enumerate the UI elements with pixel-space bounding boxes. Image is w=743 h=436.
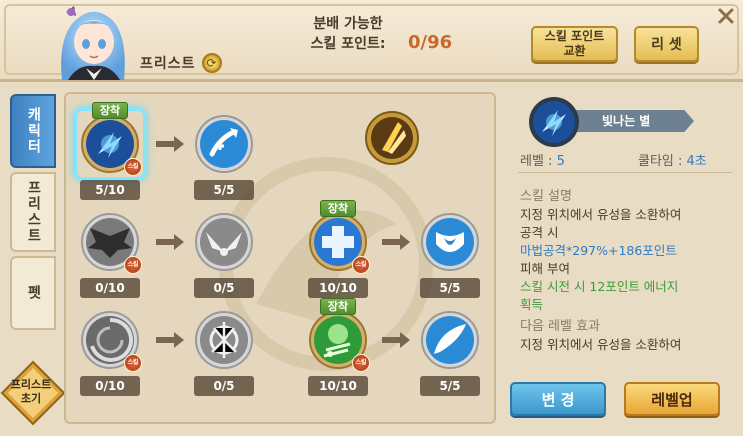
description-line: 스킬 시전 시 12포인트 에너지 <box>520 279 679 294</box>
exchange-button-line1: 스킬 포인트 <box>544 29 605 43</box>
arrow-right-icon <box>156 234 184 250</box>
character-portrait <box>61 6 125 80</box>
equipped-tag: 장착 <box>92 102 128 119</box>
skill-slot-feather[interactable]: 5/5 <box>420 310 480 398</box>
skill-name: 빛나는 별 <box>574 110 694 132</box>
skill-slot-starfall[interactable]: 장착 스킬 5/10 <box>74 102 146 202</box>
cooldown-value: 4초 <box>686 154 707 169</box>
skill-slot-green-song[interactable]: 장착 스킬 10/10 <box>308 298 370 398</box>
character-name-box[interactable]: 프리스트 ⟳ <box>140 50 268 76</box>
golden-light-icon <box>365 111 419 165</box>
tab-character-label: 캐릭터 <box>25 107 42 155</box>
skill-level: 5/5 <box>194 180 254 200</box>
next-level-title: 다음 레벨 효과 <box>520 319 601 334</box>
starfall-detail-icon <box>529 97 579 147</box>
skill-type-badge: 스킬 <box>352 256 370 274</box>
description-line: 지정 위치에서 유성을 소환하여 <box>520 207 682 222</box>
reinit-line1: 프리스트 <box>10 378 52 391</box>
divider <box>518 172 732 173</box>
wings-icon <box>195 213 253 271</box>
change-button[interactable]: 변 경 <box>510 382 606 416</box>
heal-arrow-icon <box>195 115 253 173</box>
level-value: 5 <box>556 154 565 169</box>
exchange-button-line2: 교환 <box>563 44 586 58</box>
skill-slot-holy-cross[interactable]: 장착 스킬 10/10 <box>308 200 370 300</box>
radiance-icon <box>195 311 253 369</box>
skill-level: 10/10 <box>308 376 368 396</box>
arrow-right-icon <box>382 332 410 348</box>
skill-slot-golden-light[interactable] <box>362 108 422 196</box>
description-title: 스킬 설명 <box>520 189 572 204</box>
skill-type-badge: 스킬 <box>124 158 142 176</box>
next-level-line: 지정 위치에서 유성을 소환하여 <box>520 337 682 352</box>
feather-icon <box>421 311 479 369</box>
header-bar: 프리스트 ⟳ 분배 가능한 스킬 포인트: 0/96 스킬 포인트 교환 리 셋 <box>0 0 743 82</box>
points-value: 0/96 <box>408 32 453 53</box>
description-line: 피해 부여 <box>520 261 570 276</box>
skill-level: 0/10 <box>80 376 140 396</box>
skill-level: 5/10 <box>80 180 140 200</box>
skill-type-badge: 스킬 <box>124 354 142 372</box>
reinit-line2: 초기 <box>20 392 42 405</box>
tab-priest[interactable]: 프리스트 <box>10 172 56 252</box>
skill-detail-panel: 빛나는 별 레벨 : 5 쿨타임 : 4초 스킬 설명 지정 위치에서 유성을 … <box>504 92 736 424</box>
skill-type-badge: 스킬 <box>352 354 370 372</box>
skill-level: 0/5 <box>194 278 254 298</box>
close-icon[interactable] <box>712 2 740 30</box>
points-label-line2: 스킬 포인트: <box>310 36 386 52</box>
exchange-points-button[interactable]: 스킬 포인트 교환 <box>531 26 618 62</box>
cooldown-stat: 쿨타임 : 4초 <box>638 150 707 169</box>
reset-button[interactable]: 리 셋 <box>634 26 699 62</box>
skill-slot-vortex[interactable]: 스킬 0/10 <box>80 310 142 398</box>
equipped-tag: 장착 <box>320 298 356 315</box>
skill-level: 5/5 <box>420 278 480 298</box>
reinit-badge-text[interactable]: 프리스트 초기 <box>0 378 62 406</box>
tab-pet[interactable]: 펫 <box>10 256 56 330</box>
skill-level: 0/5 <box>194 376 254 396</box>
heart-shield-icon <box>421 213 479 271</box>
level-label: 레벨 : <box>520 154 557 169</box>
points-label: 분배 가능한 스킬 포인트: <box>294 14 402 54</box>
level-up-button[interactable]: 레벨업 <box>624 382 720 416</box>
description-line: 공격 시 <box>520 225 559 240</box>
tab-character[interactable]: 캐릭터 <box>10 94 56 168</box>
points-label-line1: 분배 가능한 <box>313 16 383 32</box>
skill-type-badge: 스킬 <box>124 256 142 274</box>
skill-level: 0/10 <box>80 278 140 298</box>
arrow-right-icon <box>156 332 184 348</box>
description-line: 마법공격*297%+186포인트 <box>520 243 677 258</box>
swap-class-icon[interactable]: ⟳ <box>201 53 222 73</box>
skill-slot-dark-wings[interactable]: 스킬 0/10 <box>80 212 142 300</box>
equipped-tag: 장착 <box>320 200 356 217</box>
tab-pet-label: 펫 <box>25 285 42 301</box>
skill-description: 스킬 설명 지정 위치에서 유성을 소환하여 공격 시 마법공격*297%+18… <box>520 188 734 354</box>
skill-slot-heal-arrow[interactable]: 5/5 <box>194 114 254 202</box>
skill-tree-panel: 장착 스킬 5/10 5/5 스킬 0/10 0/5 장착 스킬 10/10 5… <box>64 92 496 424</box>
tab-priest-label: 프리스트 <box>25 180 42 244</box>
arrow-right-icon <box>156 136 184 152</box>
description-line: 획득 <box>520 297 544 312</box>
character-name: 프리스트 <box>140 56 196 72</box>
skill-level-stat: 레벨 : 5 <box>520 150 565 169</box>
skill-slot-radiance[interactable]: 0/5 <box>194 310 254 398</box>
cooldown-label: 쿨타임 : <box>638 154 687 169</box>
skill-slot-wings[interactable]: 0/5 <box>194 212 254 300</box>
skill-slot-heart-shield[interactable]: 5/5 <box>420 212 480 300</box>
arrow-right-icon <box>382 234 410 250</box>
skill-level: 10/10 <box>308 278 368 298</box>
skill-level: 5/5 <box>420 376 480 396</box>
